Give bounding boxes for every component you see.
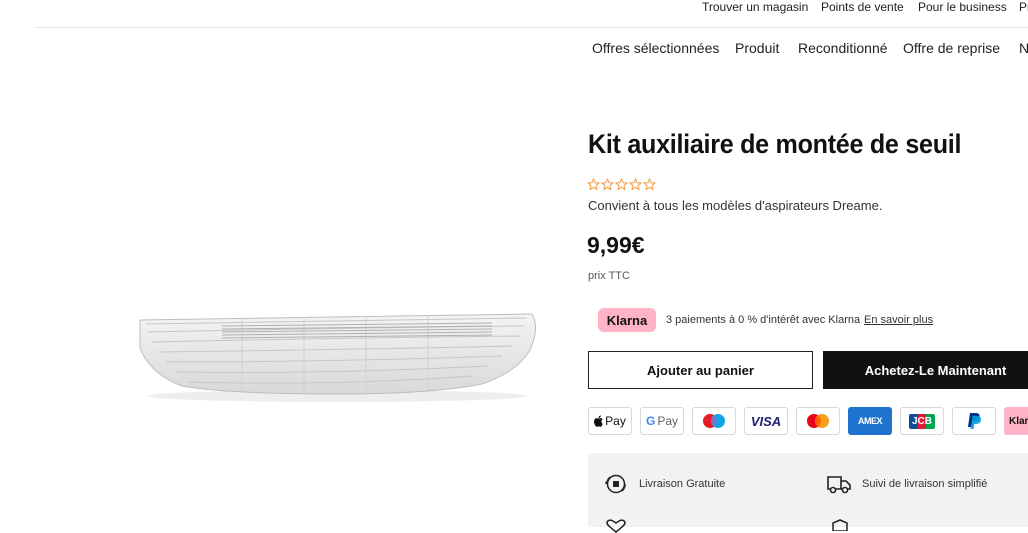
nav-item-truncated[interactable]: N — [1019, 40, 1028, 56]
visa-label: VISA — [750, 413, 782, 429]
add-to-cart-button[interactable]: Ajouter au panier — [588, 351, 813, 389]
truncated-utility-link[interactable]: Pr — [1019, 0, 1028, 14]
points-of-sale-link[interactable]: Points de vente — [821, 0, 904, 14]
star-icon — [615, 178, 628, 191]
threshold-ramp-illustration — [139, 313, 536, 402]
visa-badge: VISA — [744, 407, 788, 435]
maestro-icon — [703, 414, 725, 428]
tracking-text: Suivi de livraison simplifié — [862, 478, 988, 490]
price-note: prix TTC — [588, 270, 630, 282]
star-icon — [587, 178, 600, 191]
googlepay-badge: G Pay — [640, 407, 684, 435]
header-divider — [36, 27, 1028, 28]
amex-label: AMEX — [857, 416, 883, 426]
shield-icon — [832, 519, 848, 531]
product-price: 9,99€ — [587, 232, 645, 258]
google-g-icon: G — [645, 414, 656, 428]
nav-item-offers[interactable]: Offres sélectionnées — [592, 40, 719, 56]
klarna-payment-label: Klar — [1009, 415, 1028, 427]
rating-stars[interactable] — [587, 178, 656, 191]
nav-item-refurbished[interactable]: Reconditionné — [798, 40, 888, 56]
amex-badge: AMEX — [848, 407, 892, 435]
compatibility-text: Convient à tous les modèles d'aspirateur… — [588, 198, 883, 213]
klarna-learn-more-link[interactable]: En savoir plus — [864, 314, 933, 326]
maestro-badge — [692, 407, 736, 435]
mastercard-icon — [807, 414, 829, 428]
features-panel: Livraison Gratuite Suivi de livraison si… — [588, 453, 1028, 533]
product-title: Kit auxiliaire de montée de seuil — [588, 129, 962, 159]
find-store-link[interactable]: Trouver un magasin — [702, 0, 808, 14]
jcb-label: JCB — [908, 413, 935, 429]
nav-item-tradein[interactable]: Offre de reprise — [903, 40, 1000, 56]
klarna-payment-badge: Klar — [1004, 407, 1028, 435]
googlepay-label: Pay — [657, 414, 679, 428]
paypal-badge — [952, 407, 996, 435]
apple-icon — [594, 415, 603, 427]
free-shipping-icon — [605, 474, 626, 494]
star-icon — [643, 178, 656, 191]
klarna-badge: Klarna — [598, 308, 656, 332]
star-icon — [601, 178, 614, 191]
nav-item-product[interactable]: Produit — [735, 40, 779, 56]
jcb-badge: JCB — [900, 407, 944, 435]
product-image — [132, 310, 542, 406]
mastercard-badge — [796, 407, 840, 435]
paypal-icon — [968, 413, 982, 429]
applepay-badge: Pay — [588, 407, 632, 435]
business-link[interactable]: Pour le business — [918, 0, 1007, 14]
buy-now-button[interactable]: Achetez-Le Maintenant — [823, 351, 1028, 389]
klarna-installments-text: 3 paiements à 0 % d'intérêt avec Klarna — [666, 314, 861, 326]
applepay-label: Pay — [605, 414, 626, 428]
heart-icon — [606, 519, 626, 533]
star-icon — [629, 178, 642, 191]
delivery-truck-icon — [827, 476, 851, 494]
free-shipping-text: Livraison Gratuite — [639, 478, 726, 490]
utility-bar: Trouver un magasin Points de vente Pour … — [0, 0, 1028, 14]
